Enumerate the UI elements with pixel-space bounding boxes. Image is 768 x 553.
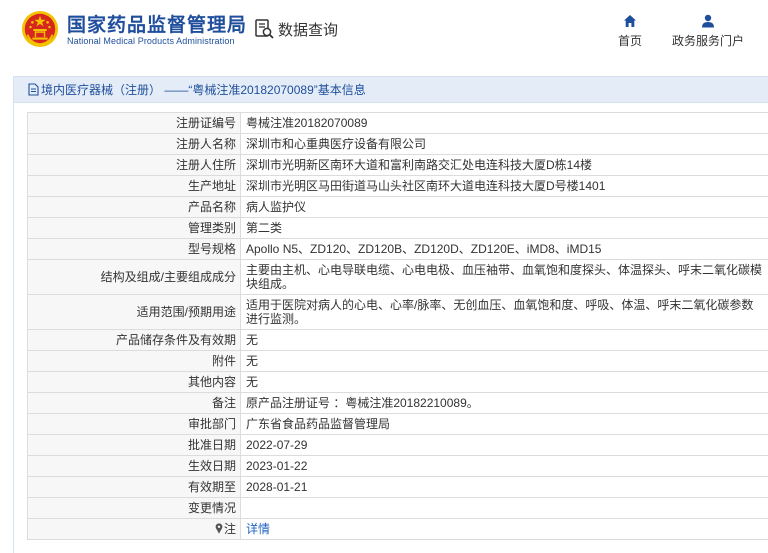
field-value: 主要由主机、心电导联电缆、心电电极、血压袖带、血氧饱和度探头、体温探头、呼末二氧… <box>240 259 768 295</box>
field-value: 适用于医院对病人的心电、心率/脉率、无创血压、血氧饱和度、呼吸、体温、呼末二氧化… <box>240 294 768 330</box>
org-name-en: National Medical Products Administration <box>67 36 235 46</box>
table-row: 管理类别 第二类 <box>27 217 768 239</box>
table-row: 生产地址 深圳市光明区马田街道马山头社区南环大道电连科技大厦D号楼1401 <box>27 175 768 197</box>
field-label: 生效日期 <box>27 455 241 477</box>
field-label: 注册人住所 <box>27 154 241 176</box>
table-row: 型号规格 Apollo N5、ZD120、ZD120B、ZD120D、ZD120E… <box>27 238 768 260</box>
field-value: 深圳市光明新区南环大道和富利南路交汇处电连科技大厦D栋14楼 <box>240 154 768 176</box>
table-row: 产品储存条件及有效期无 <box>27 329 768 351</box>
table-row: 备注 原产品注册证号 ：粤械注准20182210089。 <box>27 392 768 414</box>
field-label: 其他内容 <box>27 371 241 393</box>
field-label: 有效期至 <box>27 476 241 498</box>
note-row: 注详情 <box>27 518 768 540</box>
note-label-cell: 注 <box>27 518 241 540</box>
field-label: 产品名称 <box>27 196 241 218</box>
field-value: Apollo N5、ZD120、ZD120B、ZD120D、ZD120E、iMD… <box>240 238 768 260</box>
table-row: 生效日期 2023-01-22 <box>27 455 768 477</box>
breadcrumb-text: 境内医疗器械（注册） ——“粤械注准20182070089”基本信息 <box>41 83 366 97</box>
note-label: 注 <box>223 522 236 536</box>
home-icon <box>624 15 636 27</box>
field-label: 审批部门 <box>27 413 241 435</box>
table-row: 审批部门 广东省食品药品监督管理局 <box>27 413 768 435</box>
field-value: 第二类 <box>240 217 768 239</box>
data-query-label: 数据查询 <box>278 21 339 39</box>
pin-icon <box>215 523 223 534</box>
nav-government-services-label: 政务服务门户 <box>671 34 744 48</box>
table-row: 变更情况 <box>27 497 768 519</box>
data-query-title[interactable]: 数据查询 <box>253 14 338 44</box>
field-value: 2022-07-29 <box>240 434 768 456</box>
field-label: 管理类别 <box>27 217 241 239</box>
main-panel: 境内医疗器械（注册） ——“粤械注准20182070089”基本信息 注册证编号… <box>13 76 768 553</box>
field-label: 注册人名称 <box>27 133 241 155</box>
field-value: 深圳市和心重典医疗设备有限公司 <box>240 133 768 155</box>
document-icon <box>28 83 39 96</box>
field-value: 无 <box>240 371 768 393</box>
breadcrumb: 境内医疗器械（注册） ——“粤械注准20182070089”基本信息 <box>14 77 768 103</box>
nav-home-label: 首页 <box>617 34 642 48</box>
table-row: 批准日期 2022-07-29 <box>27 434 768 456</box>
nav-home[interactable]: 首页 <box>612 14 648 54</box>
field-value: 粤械注准20182070089 <box>240 112 768 134</box>
table-row: 产品名称 病人监护仪 <box>27 196 768 218</box>
field-label: 结构及组成/主要组成成分 <box>27 259 241 295</box>
field-label: 适用范围/预期用途 <box>27 294 241 330</box>
table-row: 其他内容无 <box>27 371 768 393</box>
table-row: 注册人住所 深圳市光明新区南环大道和富利南路交汇处电连科技大厦D栋14楼 <box>27 154 768 176</box>
field-value: 病人监护仪 <box>240 196 768 218</box>
org-name-cn: 国家药品监督管理局 <box>67 15 248 36</box>
field-label: 注册证编号 <box>27 112 241 134</box>
table-row: 有效期至 2028-01-21 <box>27 476 768 498</box>
field-value: 2028-01-21 <box>240 476 768 498</box>
field-value: 无 <box>240 350 768 372</box>
field-value: 广东省食品药品监督管理局 <box>240 413 768 435</box>
table-row: 注册证编号 粤械注准20182070089 <box>27 112 768 134</box>
table-row: 附件无 <box>27 350 768 372</box>
field-value: 无 <box>240 329 768 351</box>
site-header: 国家药品监督管理局 National Medical Products Admi… <box>0 0 768 62</box>
data-query-icon <box>255 19 274 39</box>
table-row: 结构及组成/主要组成成分 主要由主机、心电导联电缆、心电电极、血压袖带、血氧饱和度… <box>27 259 768 295</box>
field-value <box>240 497 768 519</box>
registration-info-table: 注册证编号 粤械注准20182070089 注册人名称 深圳市和心重典医疗设备有限公司… <box>27 112 768 540</box>
field-label: 附件 <box>27 350 241 372</box>
note-value-cell: 详情 <box>240 518 768 540</box>
field-value: 2023-01-22 <box>240 455 768 477</box>
field-label: 产品储存条件及有效期 <box>27 329 241 351</box>
user-icon <box>702 14 714 28</box>
table-row: 适用范围/预期用途 适用于医院对病人的心电、心率/脉率、无创血压、血氧饱和度、呼吸… <box>27 294 768 330</box>
field-label: 备注 <box>27 392 241 414</box>
details-link[interactable]: 详情 <box>246 522 270 536</box>
field-value: 原产品注册证号 ：粤械注准20182210089。 <box>240 392 768 414</box>
field-label: 批准日期 <box>27 434 241 456</box>
table-row: 注册人名称 深圳市和心重典医疗设备有限公司 <box>27 133 768 155</box>
field-label: 变更情况 <box>27 497 241 519</box>
field-label: 生产地址 <box>27 175 241 197</box>
field-label: 型号规格 <box>27 238 241 260</box>
nav-government-services[interactable]: 政务服务门户 <box>666 14 750 54</box>
field-value: 深圳市光明区马田街道马山头社区南环大道电连科技大厦D号楼1401 <box>240 175 768 197</box>
national-emblem-icon <box>21 10 59 48</box>
